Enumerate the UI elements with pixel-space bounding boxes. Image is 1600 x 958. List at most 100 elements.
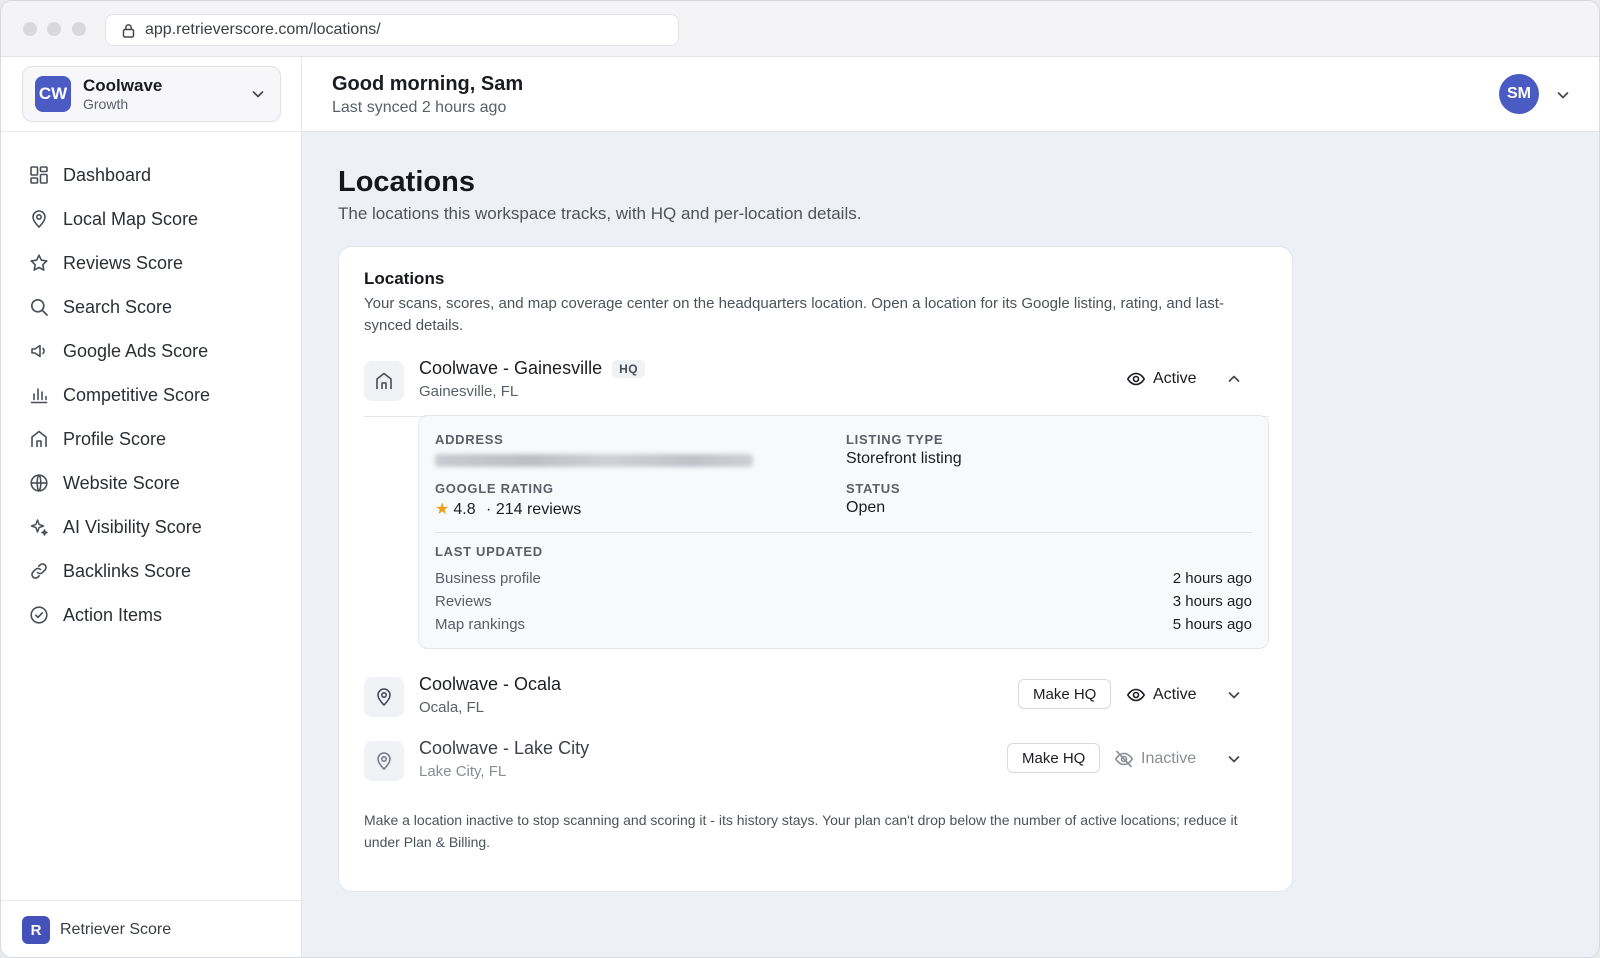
workspace-name: Coolwave — [83, 75, 163, 95]
dashboard-grid-icon — [30, 166, 48, 184]
workspace-switcher[interactable]: CW Coolwave Growth — [22, 66, 281, 122]
last-updated-label: LAST UPDATED — [435, 544, 543, 559]
location-city: Ocala, FL — [419, 699, 485, 716]
brand-name: Retriever Score — [60, 921, 172, 938]
location-row-gainesville[interactable]: Coolwave - Gainesville HQ Gainesville, F… — [364, 355, 1269, 417]
location-name: Coolwave - Ocala — [419, 674, 562, 694]
star-icon: ★ — [435, 501, 450, 518]
sidebar-item-website-score[interactable]: Website Score — [1, 461, 301, 505]
location-city: Gainesville, FL — [419, 383, 519, 400]
update-time: 3 hours ago — [1172, 593, 1252, 610]
sidebar-item-label: Local Map Score — [63, 208, 199, 229]
sidebar-item-backlinks-score[interactable]: Backlinks Score — [1, 549, 301, 593]
update-item: Map rankings — [435, 616, 526, 633]
location-name-wrap: Coolwave - Gainesville HQ — [419, 358, 646, 379]
sidebar-item-label: Action Items — [63, 604, 163, 625]
status-label: Active — [1153, 370, 1197, 387]
sidebar-item-label: Profile Score — [63, 428, 167, 449]
address-label: ADDRESS — [435, 432, 504, 447]
update-time: 5 hours ago — [1172, 616, 1252, 633]
update-row: Business profile 2 hours ago — [435, 570, 1252, 592]
sidebar-item-label: AI Visibility Score — [63, 516, 202, 537]
chevron-down-icon — [252, 91, 264, 98]
page-subtitle: The locations this workspace tracks, wit… — [338, 204, 862, 223]
google-rating-label: GOOGLE RATING — [435, 481, 554, 496]
sidebar-item-local-map-score[interactable]: Local Map Score — [1, 197, 301, 241]
greeting: Good morning, Sam — [332, 73, 524, 95]
update-row: Reviews 3 hours ago — [435, 593, 1252, 615]
bar-chart-icon — [30, 388, 48, 404]
chevron-down-icon[interactable] — [1555, 87, 1571, 103]
hq-badge: HQ — [612, 359, 646, 378]
card-description: Your scans, scores, and map coverage cen… — [364, 295, 1224, 334]
sidebar-item-search-score[interactable]: Search Score — [1, 285, 301, 329]
user-avatar[interactable]: SM — [1499, 74, 1539, 114]
rating-number: 4.8 — [453, 501, 476, 518]
location-row-lake-city[interactable]: Coolwave - Lake City Lake City, FL Make … — [364, 735, 1269, 787]
check-circle-icon — [30, 606, 48, 624]
chevron-down-icon[interactable] — [1226, 751, 1242, 767]
sidebar-item-label: Backlinks Score — [63, 560, 192, 581]
sidebar-item-label: Website Score — [63, 472, 180, 493]
sidebar-item-reviews-score[interactable]: Reviews Score — [1, 241, 301, 285]
status-toggle[interactable]: Inactive — [1114, 749, 1196, 769]
globe-icon — [30, 474, 48, 492]
eye-icon — [1126, 688, 1146, 702]
chevron-down-icon[interactable] — [1226, 687, 1242, 703]
sidebar-item-competitive-score[interactable]: Competitive Score — [1, 373, 301, 417]
make-hq-button[interactable]: Make HQ — [1007, 743, 1101, 773]
sidebar-item-dashboard[interactable]: Dashboard — [1, 153, 301, 197]
sidebar-item-action-items[interactable]: Action Items — [1, 593, 301, 637]
star-icon — [30, 254, 48, 271]
brand-logo: R — [22, 916, 50, 944]
brand-footer[interactable]: R Retriever Score — [1, 900, 301, 957]
status-toggle[interactable]: Active — [1126, 685, 1197, 705]
status-value: Open — [846, 499, 886, 516]
eye-icon — [1126, 372, 1146, 386]
sidebar-item-profile-score[interactable]: Profile Score — [1, 417, 301, 461]
location-row-ocala[interactable]: Coolwave - Ocala Ocala, FL Make HQ Activ… — [364, 671, 1269, 723]
status-label: Active — [1153, 686, 1197, 703]
storefront-icon — [31, 430, 47, 447]
lock-icon — [122, 23, 135, 38]
status-toggle[interactable]: Active — [1126, 369, 1197, 389]
divider — [435, 532, 1252, 533]
browser-chrome: app.retrieverscore.com/locations/ — [1, 1, 1599, 57]
workspace-logo: CW — [35, 76, 71, 112]
map-pin-icon — [32, 210, 46, 229]
sidebar-item-label: Competitive Score — [63, 384, 211, 405]
sidebar-item-google-ads-score[interactable]: Google Ads Score — [1, 329, 301, 373]
status-label: STATUS — [846, 481, 901, 496]
status-label: Inactive — [1141, 750, 1197, 767]
sparkle-icon — [30, 519, 48, 536]
update-item: Business profile — [435, 570, 541, 587]
browser-window: app.retrieverscore.com/locations/ CW Coo… — [0, 0, 1600, 958]
sidebar-item-label: Reviews Score — [63, 252, 184, 273]
sidebar-item-ai-visibility-score[interactable]: AI Visibility Score — [1, 505, 301, 549]
workspace-plan: Growth — [83, 95, 129, 112]
map-pin-icon — [364, 741, 404, 781]
location-details-panel: ADDRESS LISTING TYPE Storefront listing … — [418, 415, 1269, 649]
review-count: · 214 reviews — [486, 501, 582, 518]
listing-type-label: LISTING TYPE — [846, 432, 944, 447]
listing-type-value: Storefront listing — [846, 450, 962, 467]
sidebar: CW Coolwave Growth Dashboard Local Map S… — [1, 57, 302, 957]
sidebar-item-label: Dashboard — [63, 164, 152, 185]
chevron-up-icon[interactable] — [1226, 371, 1242, 387]
link-icon — [31, 563, 47, 579]
make-hq-button[interactable]: Make HQ — [1018, 679, 1112, 709]
storefront-icon — [364, 361, 404, 401]
address-bar[interactable]: app.retrieverscore.com/locations/ — [105, 14, 679, 46]
main-content: Locations The locations this workspace t… — [302, 132, 1599, 957]
google-rating-value: ★ 4.8 · 214 reviews — [435, 499, 581, 519]
window-maximize-dot[interactable] — [72, 22, 86, 36]
window-close-dot[interactable] — [23, 22, 37, 36]
top-bar: Good morning, Sam Last synced 2 hours ag… — [302, 57, 1599, 132]
last-synced: Last synced 2 hours ago — [332, 99, 507, 116]
window-minimize-dot[interactable] — [47, 22, 61, 36]
url-text: app.retrieverscore.com/locations/ — [145, 21, 381, 38]
page-title: Locations — [338, 166, 475, 198]
locations-card: Locations Your scans, scores, and map co… — [338, 246, 1293, 892]
location-city: Lake City, FL — [419, 763, 507, 780]
update-row: Map rankings 5 hours ago — [435, 616, 1252, 638]
